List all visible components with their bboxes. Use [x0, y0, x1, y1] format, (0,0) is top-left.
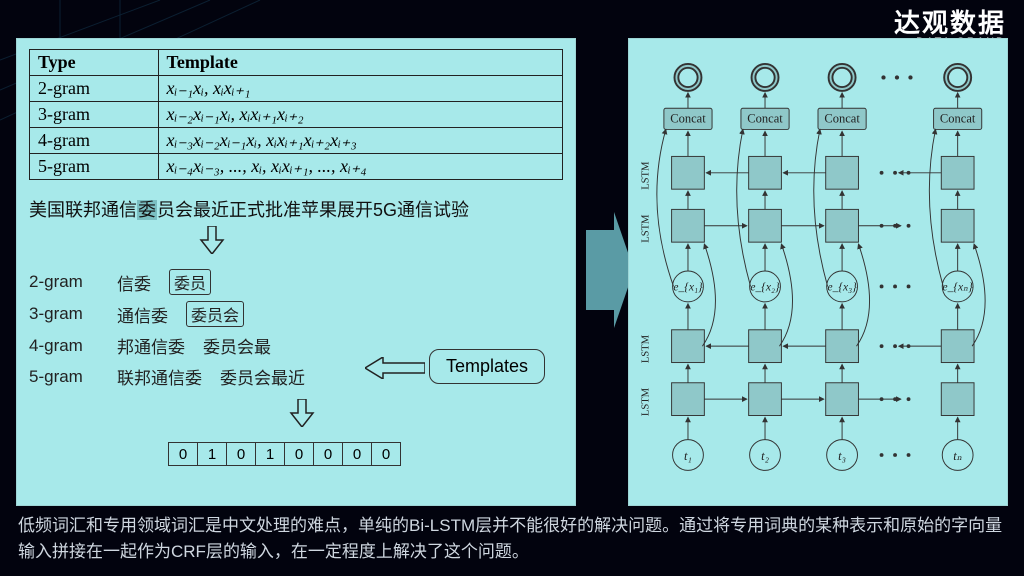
svg-text:LSTM: LSTM [640, 334, 651, 363]
svg-text:t₃: t₃ [838, 449, 846, 463]
flow-arrow-icon [586, 230, 614, 310]
svg-text:tₙ: tₙ [953, 449, 962, 463]
example-sentence: 美国联邦通信委员会最近正式批准苹果展开5G通信试验 [29, 196, 563, 222]
svg-text:LSTM: LSTM [640, 161, 651, 190]
left-arrow-icon [365, 357, 425, 379]
bit-vector: 01010000 [169, 442, 563, 466]
bilstm-diagram: Concat Concat Concat Concat [635, 47, 1001, 497]
svg-text:t₁: t₁ [684, 449, 692, 463]
slide-caption: 低频词汇和专用领域词汇是中文处理的难点，单纯的Bi-LSTM层并不能很好的解决问… [18, 513, 1006, 564]
th-type: Type [30, 50, 159, 76]
svg-text:Concat: Concat [747, 112, 783, 126]
down-arrow-icon [199, 226, 225, 254]
svg-text:Concat: Concat [670, 112, 706, 126]
th-template: Template [158, 50, 562, 76]
templates-panel: TypeTemplate 2-gramxᵢ₋₁xᵢ, xᵢxᵢ₊₁ 3-gram… [16, 38, 576, 506]
svg-text:Concat: Concat [824, 112, 860, 126]
network-panel: Concat Concat Concat Concat [628, 38, 1008, 506]
svg-text:LSTM: LSTM [640, 214, 651, 243]
svg-text:e_{x₂}: e_{x₂} [750, 281, 780, 293]
svg-text:Concat: Concat [940, 112, 976, 126]
down-arrow-icon [289, 399, 315, 427]
svg-text:LSTM: LSTM [640, 387, 651, 416]
brand-cn: 达观数据 [894, 10, 1006, 37]
template-table: TypeTemplate 2-gramxᵢ₋₁xᵢ, xᵢxᵢ₊₁ 3-gram… [29, 49, 563, 180]
svg-text:t₂: t₂ [761, 449, 769, 463]
svg-text:e_{x₃}: e_{x₃} [827, 281, 857, 293]
svg-text:e_{x₁}: e_{x₁} [673, 281, 703, 293]
svg-text:e_{xₙ}: e_{xₙ} [943, 281, 974, 293]
templates-badge: Templates [429, 349, 545, 384]
